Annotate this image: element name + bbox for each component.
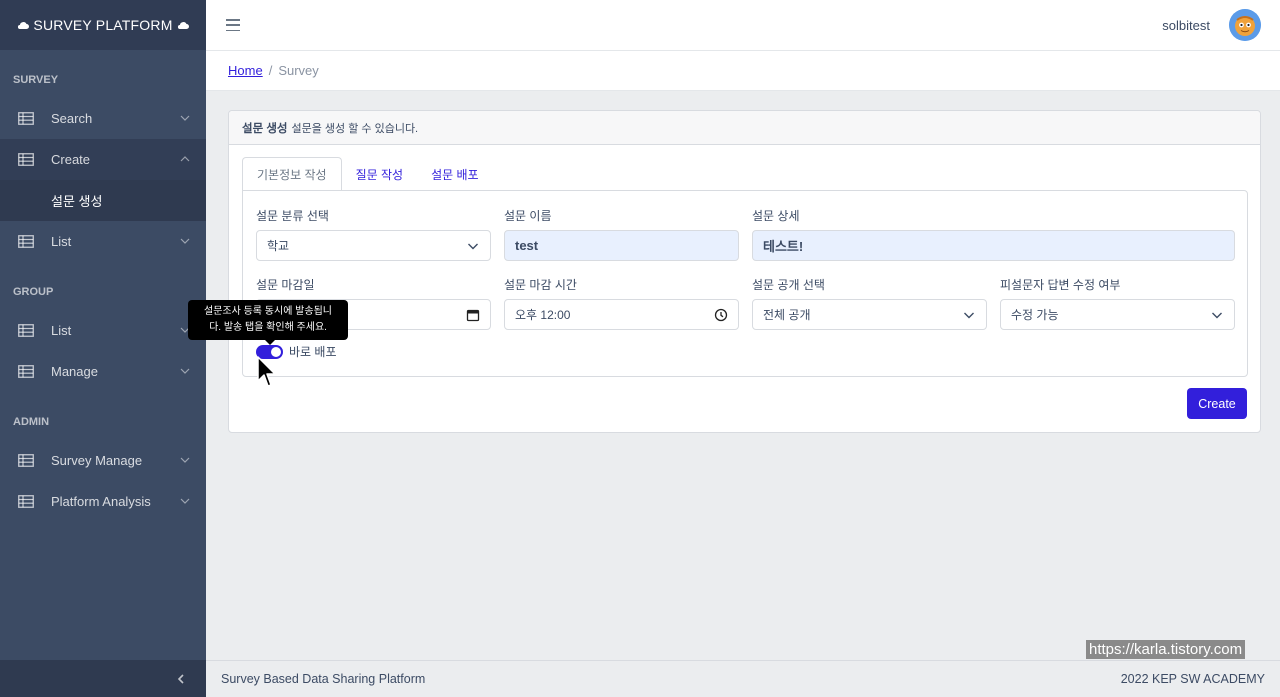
chevron-down-icon — [180, 368, 190, 374]
editable-select[interactable]: 수정 가능 — [1000, 299, 1235, 330]
section-title-admin: ADMIN — [13, 416, 50, 428]
category-value: 학교 — [267, 239, 290, 253]
breadcrumb: Home / Survey — [206, 51, 1280, 91]
sidebar-item-label: List — [51, 323, 72, 338]
deploy-now-label: 바로 배포 — [289, 345, 337, 359]
deadline-time-value: 오후 12:00 — [515, 308, 571, 322]
username[interactable]: solbitest — [1162, 18, 1210, 33]
table-icon — [16, 495, 36, 509]
sidebar-item-list[interactable]: List — [0, 221, 206, 262]
footer: Survey Based Data Sharing Platform 2022 … — [206, 660, 1280, 697]
section-title-group: GROUP — [13, 286, 54, 298]
table-icon — [16, 153, 36, 167]
survey-name-value: test — [515, 238, 539, 253]
tab-questions[interactable]: 질문 작성 — [342, 157, 418, 191]
header: solbitest — [206, 0, 1280, 51]
sidebar-item-search[interactable]: Search — [0, 98, 206, 139]
sidebar-item-create[interactable]: Create — [0, 139, 206, 180]
chevron-down-icon — [468, 243, 478, 250]
clock-icon — [714, 308, 728, 322]
card-header: 설문 생성 설문을 생성 할 수 있습니다. — [229, 111, 1260, 145]
chevron-down-icon — [180, 238, 190, 244]
sidebar-item-label: Manage — [51, 364, 98, 379]
table-icon — [16, 235, 36, 249]
card-header-title: 설문 생성 — [242, 122, 288, 135]
survey-detail-input[interactable]: 테스트! — [752, 230, 1235, 261]
footer-left-text: Survey Based Data Sharing Platform — [221, 672, 426, 686]
card-header-description: 설문을 생성 할 수 있습니다. — [291, 122, 419, 135]
tab-content: 설문 분류 선택 학교 설문 이름 test 설문 상세 테스트! 설문 마감일… — [242, 190, 1248, 377]
visibility-select[interactable]: 전체 공개 — [752, 299, 987, 330]
cloud-icon — [18, 21, 30, 29]
category-label: 설문 분류 선택 — [256, 209, 329, 223]
tab-basic-info[interactable]: 기본정보 작성 — [242, 157, 342, 191]
breadcrumb-home-link[interactable]: Home — [228, 63, 263, 78]
sidebar-item-group-manage[interactable]: Manage — [0, 351, 206, 392]
deadline-label: 설문 마감일 — [256, 278, 315, 292]
survey-create-card: 설문 생성 설문을 생성 할 수 있습니다. 기본정보 작성 질문 작성 설문 … — [228, 110, 1261, 433]
deadline-time-label: 설문 마감 시간 — [504, 278, 577, 292]
survey-name-label: 설문 이름 — [504, 209, 552, 223]
chevron-down-icon — [180, 115, 190, 121]
create-button[interactable]: Create — [1187, 388, 1247, 419]
sidebar-item-label: Survey Manage — [51, 453, 143, 468]
table-icon — [16, 324, 36, 338]
deploy-tooltip: 설문조사 등록 동시에 발송됩니 다. 발송 탭을 확인해 주세요. — [188, 300, 348, 345]
watermark: https://karla.tistory.com — [1086, 640, 1246, 659]
sidebar-item-label: List — [51, 234, 72, 249]
cloud-icon — [177, 21, 189, 29]
footer-right-text: 2022 KEP SW ACADEMY — [1120, 672, 1265, 686]
category-select[interactable]: 학교 — [256, 230, 491, 261]
section-title-survey: SURVEY — [13, 74, 59, 86]
chevron-left-icon — [177, 673, 184, 684]
editable-label: 피설문자 답변 수정 여부 — [1000, 278, 1121, 292]
menu-toggle-icon[interactable] — [226, 19, 240, 31]
sidebar-item-label: Platform Analysis — [51, 494, 151, 509]
sidebar-subitem-label: 설문 생성 — [51, 194, 103, 209]
brand[interactable]: SURVEY PLATFORM — [0, 0, 206, 50]
chevron-down-icon — [180, 498, 190, 504]
sidebar-item-group-list[interactable]: List — [0, 310, 206, 351]
sidebar-item-label: Search — [51, 111, 93, 126]
visibility-value: 전체 공개 — [763, 308, 811, 322]
chevron-down-icon — [180, 457, 190, 463]
survey-detail-value: 테스트! — [763, 239, 804, 254]
breadcrumb-current: Survey — [278, 63, 319, 78]
sidebar-item-label: Create — [51, 152, 91, 167]
chevron-down-icon — [964, 312, 974, 319]
sidebar: SURVEY PLATFORM SURVEY Search Create 설문 … — [0, 0, 206, 697]
tab-bar: 기본정보 작성 질문 작성 설문 배포 — [242, 157, 493, 191]
sidebar-item-platform-analysis[interactable]: Platform Analysis — [0, 481, 206, 522]
sidebar-subitem-create-survey[interactable]: 설문 생성 — [0, 180, 206, 221]
tooltip-line-2: 다. 발송 탭을 확인해 주세요. — [209, 322, 327, 333]
sidebar-item-survey-manage[interactable]: Survey Manage — [0, 440, 206, 481]
table-icon — [16, 454, 36, 468]
visibility-label: 설문 공개 선택 — [752, 278, 825, 292]
survey-detail-label: 설문 상세 — [752, 209, 800, 223]
sidebar-minimize-button[interactable] — [0, 660, 206, 697]
breadcrumb-separator: / — [268, 63, 273, 78]
deadline-time-input[interactable]: 오후 12:00 — [504, 299, 739, 330]
calendar-icon — [466, 309, 480, 322]
tab-distribution[interactable]: 설문 배포 — [417, 157, 493, 191]
chevron-up-icon — [180, 156, 190, 162]
chevron-down-icon — [1212, 312, 1222, 319]
tooltip-line-1: 설문조사 등록 동시에 발송됩니 — [204, 306, 332, 317]
avatar[interactable] — [1229, 9, 1261, 41]
mouse-cursor-icon — [257, 356, 276, 387]
editable-value: 수정 가능 — [1011, 308, 1059, 322]
table-icon — [16, 365, 36, 379]
brand-title: SURVEY PLATFORM — [33, 17, 173, 33]
table-icon — [16, 112, 36, 126]
survey-name-input[interactable]: test — [504, 230, 739, 261]
